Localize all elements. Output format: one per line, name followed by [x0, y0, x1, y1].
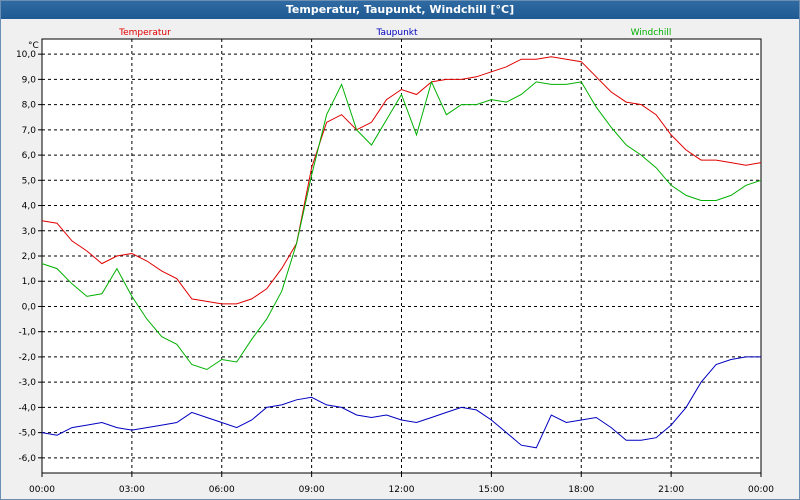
y-tick-label: 4,0 — [22, 202, 37, 212]
legend-item-temperatur: Temperatur — [118, 28, 171, 38]
x-tick-time-label: 00:00 — [748, 485, 774, 495]
y-tick-label: 1,0 — [22, 277, 37, 287]
x-tick-time-label: 18:00 — [568, 485, 594, 495]
x-tick-time-label: 09:00 — [299, 485, 325, 495]
y-tick-label: -5,0 — [18, 429, 36, 439]
y-tick-label: 6,0 — [22, 151, 37, 161]
y-tick-label: 8,0 — [22, 101, 37, 111]
legend-item-taupunkt: Taupunkt — [375, 28, 418, 38]
legend-item-windchill: Windchill — [631, 28, 672, 38]
x-tick-time-label: 06:00 — [209, 485, 235, 495]
y-axis: 10,0 9,0 8,0 7,0 6,0 5,0 4,0 3,0 2,0 1,0 0,0 -1,0 -2… — [16, 50, 42, 464]
y-tick-label: -4,0 — [18, 403, 36, 413]
y-tick-label: 10,0 — [16, 50, 36, 60]
y-tick-label: 9,0 — [22, 75, 37, 85]
y-tick-label: -1,0 — [18, 328, 36, 338]
y-tick-label: -3,0 — [18, 378, 36, 388]
y-tick-label: 7,0 — [22, 126, 37, 136]
x-tick-time-label: 12:00 — [389, 485, 415, 495]
x-tick-time-label: 00:00 — [29, 485, 55, 495]
line-chart: °C 10,09,08,07,06,05,04,03,02,01,00,0-1,… — [16, 28, 774, 495]
y-tick-label: -2,0 — [18, 353, 36, 363]
x-tick-time-label: 21:00 — [658, 485, 684, 495]
y-tick-label: 2,0 — [22, 252, 37, 262]
x-tick-time-label: 15:00 — [478, 485, 504, 495]
window-title: Temperatur, Taupunkt, Windchill [°C] — [1, 1, 799, 19]
y-tick-label: 5,0 — [22, 176, 37, 186]
y-tick-label: 0,0 — [22, 302, 37, 312]
x-tick-time-label: 03:00 — [119, 485, 145, 495]
legend: Temperatur Taupunkt Windchill — [118, 28, 671, 38]
y-tick-label: 3,0 — [22, 227, 37, 237]
x-axis: 00:0001.04.2003:0001.04.2006:0001.04.200… — [29, 473, 774, 495]
y-tick-label: -6,0 — [18, 454, 36, 464]
chart-window: Temperatur, Taupunkt, Windchill [°C] °C … — [0, 0, 800, 500]
